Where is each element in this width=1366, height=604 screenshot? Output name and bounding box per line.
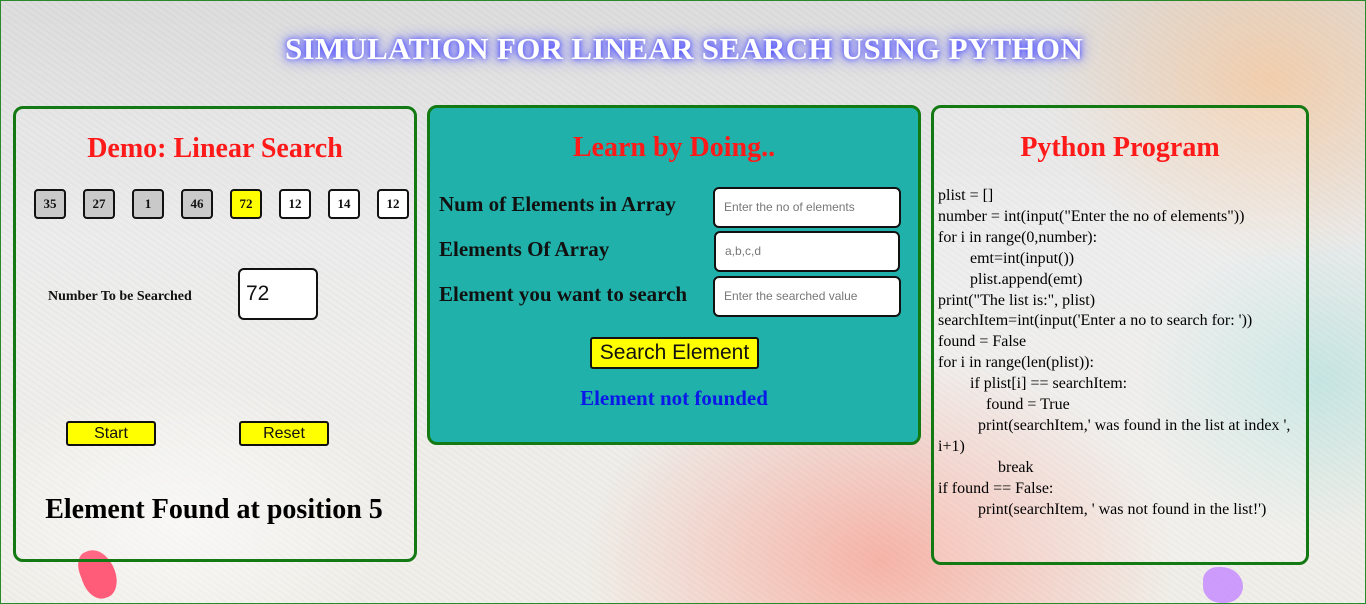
search-number-input[interactable]: 72 xyxy=(238,268,318,320)
code-line: break xyxy=(938,458,1034,476)
code-line: emt=int(input()) xyxy=(938,249,1075,267)
array-cell: 27 xyxy=(83,189,115,219)
search-value-label: Element you want to search xyxy=(439,282,688,306)
learn-panel: Learn by Doing.. Num of Elements in Arra… xyxy=(427,105,921,445)
code-line: if plist[i] == searchItem: xyxy=(938,375,1128,393)
learn-heading: Learn by Doing.. xyxy=(572,132,776,163)
page-title: SIMULATION FOR LINEAR SEARCH USING PYTHO… xyxy=(284,31,1084,66)
search-number-label: Number To be Searched xyxy=(48,289,192,304)
array-cell: 46 xyxy=(181,189,213,219)
search-element-button[interactable]: Search Element xyxy=(590,337,759,369)
code-line: if found == False: xyxy=(938,479,1054,497)
python-program-panel: Python Program plist = [] number = int(in… xyxy=(931,105,1309,565)
array-cell: 12 xyxy=(279,189,311,219)
code-line: for i in range(0,number): xyxy=(938,228,1098,246)
code-line: for i in range(len(plist)): xyxy=(938,354,1094,372)
array-cell: 1 xyxy=(132,189,164,219)
code-line: number = int(input("Enter the no of elem… xyxy=(938,207,1245,225)
code-line: print("The list is:", plist) xyxy=(938,291,1096,309)
search-status-text: Element not founded xyxy=(580,386,768,410)
code-line: print(searchItem,' was found in the list… xyxy=(938,416,1295,455)
array-cell: 35 xyxy=(34,189,66,219)
decorative-paint-splash-right xyxy=(1203,567,1243,603)
demo-panel: Demo: Linear Search 35 27 1 46 72 12 14 12 Numb… xyxy=(13,106,417,562)
code-heading: Python Program xyxy=(1020,132,1220,163)
num-elements-input[interactable]: Enter the no of elements xyxy=(713,187,901,228)
array-elements-input[interactable]: a,b,c,d xyxy=(714,231,900,272)
demo-heading: Demo: Linear Search xyxy=(87,133,343,164)
reset-button[interactable]: Reset xyxy=(239,421,329,446)
array-elements-label: Elements Of Array xyxy=(439,237,610,261)
start-button[interactable]: Start xyxy=(66,421,156,446)
array-cell: 14 xyxy=(328,189,360,219)
code-line: print(searchItem, ' was not found in the… xyxy=(938,500,1267,518)
code-line: found = True xyxy=(938,396,1070,414)
num-elements-label: Num of Elements in Array xyxy=(439,192,676,216)
code-line: found = False xyxy=(938,333,1027,351)
python-code-block: plist = [] number = int(input("Enter the … xyxy=(938,186,1303,521)
array-cell: 72 xyxy=(230,189,262,219)
search-result-text: Element Found at position 5 xyxy=(45,494,383,525)
code-line: plist.append(emt) xyxy=(938,270,1083,288)
code-line: plist = [] xyxy=(938,187,994,204)
code-line: searchItem=int(input('Enter a no to sear… xyxy=(938,312,1253,330)
array-cell: 12 xyxy=(377,189,409,219)
search-value-input[interactable]: Enter the searched value xyxy=(713,276,901,317)
